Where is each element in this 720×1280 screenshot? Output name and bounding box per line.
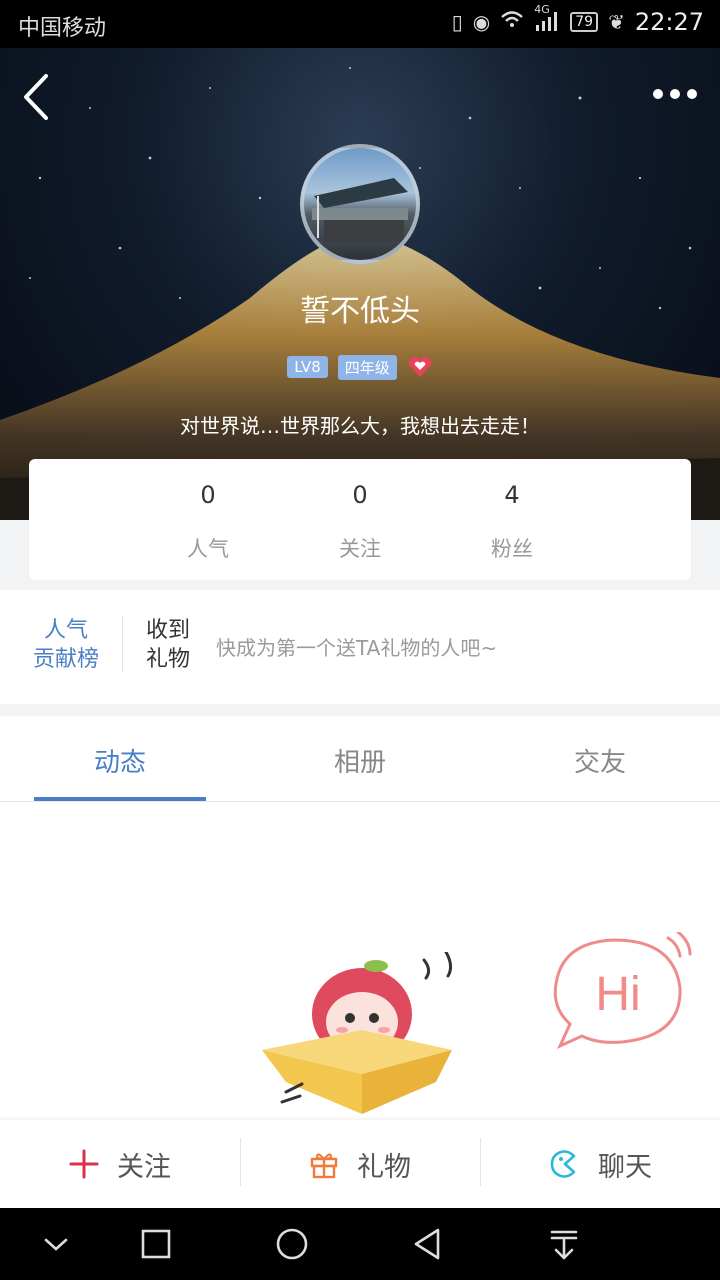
eye-icon: ◉ (472, 10, 491, 34)
stat-following[interactable]: 0 关注 (300, 481, 420, 563)
signal-icon: 4G (534, 3, 560, 34)
hi-text: Hi (595, 968, 640, 1021)
stats-card: 0 人气 0 关注 4 粉丝 (29, 459, 691, 580)
tab-album[interactable]: 相册 (240, 742, 480, 779)
status-bar: 中国移动 ▯ ◉ 4G 79 ❦ 22:27 (0, 0, 720, 48)
mascot-in-box-illustration (262, 952, 453, 1114)
starry-mountain-background (0, 67, 720, 520)
wifi-icon (500, 10, 524, 35)
received-line1: 收到 (145, 618, 190, 643)
status-icons: ▯ ◉ 4G 79 ❦ 22:27 (451, 3, 704, 37)
nickname: 誓不低头 (300, 294, 420, 329)
bio-text: 对世界说…世界那么大，我想出去走走！ (180, 414, 540, 438)
carrier-name: 中国移动 (18, 16, 107, 41)
stat-label: 关注 (339, 537, 381, 561)
back-icon[interactable] (410, 1226, 446, 1262)
stat-label: 人气 (187, 537, 229, 561)
notification-pull-down-icon[interactable] (546, 1226, 582, 1262)
stat-popularity[interactable]: 0 人气 (148, 481, 268, 563)
rank-label-line2: 贡献榜 (32, 647, 99, 672)
follow-button[interactable]: 关注 (0, 1120, 240, 1208)
back-arrow-icon[interactable] (18, 72, 58, 122)
follow-label: 关注 (117, 1151, 171, 1183)
avatar[interactable] (300, 144, 420, 264)
contribution-rank-link[interactable]: 人气 贡献榜 (24, 616, 108, 674)
system-navigation-bar (0, 1208, 720, 1280)
active-tab-indicator (34, 797, 206, 801)
chat-button[interactable]: 聊天 (480, 1120, 720, 1208)
recent-apps-icon[interactable] (138, 1226, 174, 1262)
leaf-icon: ❦ (608, 10, 625, 34)
tab-feed[interactable]: 动态 (0, 742, 240, 779)
gift-hint: 快成为第一个送TA礼物的人吧~ (216, 636, 498, 660)
feed-content: Hi (0, 802, 720, 1120)
stat-followers[interactable]: 4 粉丝 (452, 481, 572, 563)
tab-friends[interactable]: 交友 (480, 742, 720, 779)
vibrate-icon: ▯ (451, 10, 463, 34)
battery-indicator: 79 (570, 12, 599, 32)
plus-icon (69, 1149, 99, 1179)
gift-section: 人气 贡献榜 收到 礼物 快成为第一个送TA礼物的人吧~ (0, 590, 720, 704)
avatar-photo (312, 178, 408, 242)
bottom-action-bar: 关注 礼物 聊天 (0, 1120, 720, 1208)
gift-label: 礼物 (357, 1151, 411, 1183)
heart-icon[interactable] (407, 354, 433, 380)
chat-label: 聊天 (598, 1151, 652, 1183)
chevron-down-icon[interactable] (38, 1226, 74, 1262)
stat-value: 4 (504, 481, 520, 509)
chat-icon (550, 1150, 576, 1178)
grade-badge: 四年级 (337, 354, 397, 380)
stat-label: 粉丝 (491, 537, 533, 561)
level-badge: LV8 (287, 356, 328, 378)
gift-icon (310, 1153, 338, 1179)
received-gifts-label: 收到 礼物 (140, 616, 196, 674)
home-icon[interactable] (274, 1226, 310, 1262)
profile-tabs: 动态 相册 交友 (0, 716, 720, 802)
stat-value: 0 (200, 481, 216, 509)
divider (122, 616, 123, 672)
badge-row: LV8 四年级 (0, 354, 720, 380)
hi-speech-bubble-icon[interactable]: Hi (548, 932, 698, 1056)
network-type: 4G (534, 2, 550, 16)
more-options-icon[interactable] (650, 84, 700, 104)
received-line2: 礼物 (145, 647, 190, 672)
clock: 22:27 (634, 8, 704, 36)
stat-value: 0 (352, 481, 368, 509)
rank-label-line1: 人气 (43, 618, 88, 643)
profile-header: 誓不低头 LV8 四年级 对世界说…世界那么大，我想出去走走！ (0, 48, 720, 520)
gift-button[interactable]: 礼物 (240, 1120, 480, 1208)
